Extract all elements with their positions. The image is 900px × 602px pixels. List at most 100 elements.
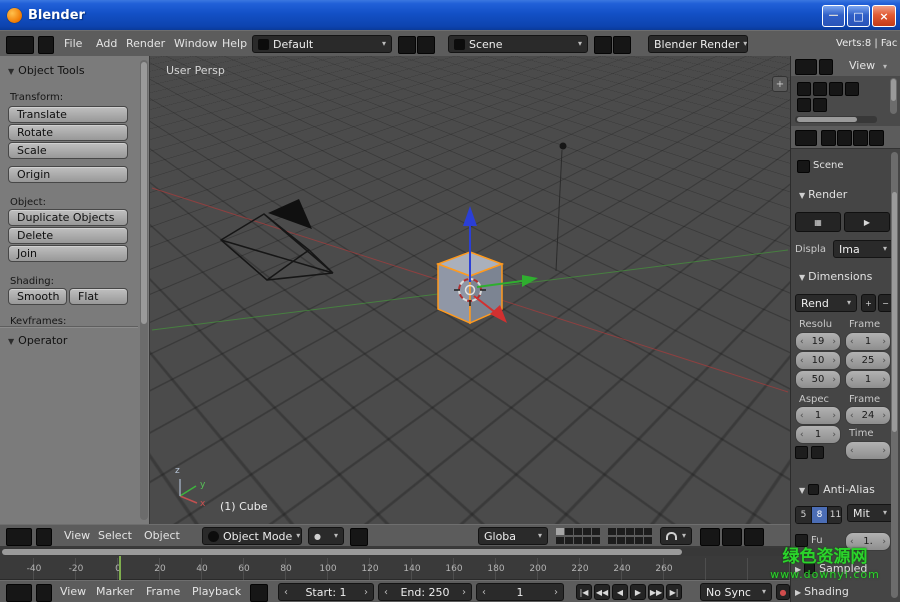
- context-scene-icon[interactable]: [837, 130, 852, 146]
- header-collapse-icon[interactable]: [38, 36, 54, 54]
- aa-filter-selector[interactable]: Mit ▾: [847, 504, 893, 522]
- play-reverse-button[interactable]: ◀: [612, 584, 628, 600]
- layers-grid-1[interactable]: [556, 528, 602, 545]
- aa-samples-8-active[interactable]: 8: [812, 507, 828, 523]
- layers-grid-2[interactable]: [608, 528, 654, 545]
- snap-selector[interactable]: ▾: [660, 527, 692, 545]
- aspect-x-field[interactable]: ‹1›: [795, 406, 841, 425]
- render-animation-button[interactable]: ▶: [844, 212, 890, 232]
- resolution-x-field[interactable]: ‹19›: [795, 332, 841, 351]
- scene-selector[interactable]: Scene ▾: [448, 35, 588, 53]
- properties-scrollbar[interactable]: [891, 152, 898, 598]
- smooth-button[interactable]: Smooth: [8, 288, 67, 305]
- render-image-button[interactable]: ▦: [795, 212, 841, 232]
- add-preset-button[interactable]: +: [861, 294, 876, 312]
- render-opengl-anim-icon[interactable]: [722, 528, 742, 546]
- maximize-button[interactable]: □: [847, 5, 870, 27]
- header-collapse-icon[interactable]: [36, 528, 52, 546]
- delete-layout-button[interactable]: [417, 36, 435, 54]
- preview-range-icon[interactable]: [250, 584, 268, 602]
- timeline-region[interactable]: -40 -20 0 20 40 60 80 100 120 140 160 18…: [0, 546, 790, 580]
- shading-panel-header[interactable]: ▶Shading: [795, 585, 849, 598]
- frame-start-field[interactable]: ‹1›: [845, 332, 891, 351]
- jump-to-end-button[interactable]: ▶|: [666, 584, 682, 600]
- rotate-button[interactable]: Rotate: [8, 124, 128, 141]
- editor-type-icon[interactable]: [6, 36, 34, 54]
- 3d-viewport[interactable]: User Persp (1) Cube y x z +: [150, 56, 790, 524]
- resolution-percentage-field[interactable]: ‹50›: [795, 370, 841, 389]
- context-object-icon[interactable]: [869, 130, 884, 146]
- display-mode-selector[interactable]: Ima ▾: [833, 240, 893, 258]
- header-extra-icon[interactable]: [744, 528, 764, 546]
- timeline-playback-menu[interactable]: Playback: [192, 585, 241, 599]
- mode-selector[interactable]: Object Mode ▾: [202, 527, 302, 545]
- screen-layout-selector[interactable]: Default ▾: [252, 35, 392, 53]
- outliner-filter-icon[interactable]: [819, 59, 833, 75]
- origin-button[interactable]: Origin: [8, 166, 128, 183]
- render-opengl-icon[interactable]: [700, 528, 720, 546]
- outliner-h-scrollbar[interactable]: [795, 116, 877, 123]
- editor-type-icon[interactable]: [795, 59, 817, 75]
- aspect-y-field[interactable]: ‹1›: [795, 425, 841, 444]
- duplicate-objects-button[interactable]: Duplicate Objects: [8, 209, 128, 226]
- outliner-item-icon[interactable]: [813, 82, 827, 96]
- outliner-scene-icon[interactable]: [797, 82, 811, 96]
- timeline-marker-menu[interactable]: Marker: [96, 585, 134, 599]
- menu-window[interactable]: Window: [174, 37, 217, 51]
- context-world-icon[interactable]: [853, 130, 868, 146]
- sync-mode-selector[interactable]: No Sync ▾: [700, 583, 772, 601]
- join-button[interactable]: Join: [8, 245, 128, 262]
- render-engine-selector[interactable]: Blender Render ▾: [648, 35, 748, 53]
- editor-type-icon[interactable]: [795, 130, 817, 146]
- outliner-view-menu[interactable]: View: [849, 59, 875, 73]
- outliner-item-icon[interactable]: [845, 82, 859, 96]
- frame-rate-field[interactable]: ‹24›: [845, 406, 891, 425]
- timeline-frame-menu[interactable]: Frame: [146, 585, 180, 599]
- delete-scene-button[interactable]: [613, 36, 631, 54]
- lamp-object[interactable]: [556, 143, 567, 272]
- frame-end-field[interactable]: ‹25›: [845, 351, 891, 370]
- play-button[interactable]: ▶: [630, 584, 646, 600]
- minimize-button[interactable]: —: [822, 5, 845, 27]
- next-keyframe-button[interactable]: ▶▶: [648, 584, 664, 600]
- frame-step-field[interactable]: ‹1›: [845, 370, 891, 389]
- menu-render[interactable]: Render: [126, 37, 165, 51]
- transform-orientation-selector[interactable]: Globa ▾: [478, 527, 548, 545]
- add-layout-button[interactable]: [398, 36, 416, 54]
- aa-samples-11[interactable]: 11: [828, 507, 842, 523]
- resolution-y-field[interactable]: ‹10›: [795, 351, 841, 370]
- editor-type-icon[interactable]: [6, 584, 32, 602]
- crop-checkbox[interactable]: [811, 446, 824, 459]
- properties-region-expand-tab[interactable]: +: [772, 76, 788, 92]
- border-checkbox[interactable]: [795, 446, 808, 459]
- antialiasing-panel-header[interactable]: ▼Anti-Alias: [799, 482, 875, 496]
- outliner-item-icon[interactable]: [797, 98, 811, 112]
- menu-help[interactable]: Help: [222, 37, 247, 51]
- prev-keyframe-button[interactable]: ◀◀: [594, 584, 610, 600]
- aa-samples-toggle[interactable]: 581116: [795, 506, 842, 524]
- pivot-icon[interactable]: [350, 528, 368, 546]
- context-render-icon[interactable]: [821, 130, 836, 146]
- view3d-view-menu[interactable]: View: [64, 529, 90, 543]
- time-remap-field[interactable]: ‹›: [845, 441, 891, 460]
- outliner-item-icon[interactable]: [829, 82, 843, 96]
- delete-button[interactable]: Delete: [8, 227, 128, 244]
- object-tools-panel-header[interactable]: ▼Object Tools: [8, 64, 85, 77]
- editor-type-icon[interactable]: [6, 528, 32, 546]
- menu-file[interactable]: File: [64, 37, 82, 51]
- frame-start-stepper[interactable]: ‹ Start: 1 ›: [278, 583, 374, 601]
- menu-add[interactable]: Add: [96, 37, 117, 51]
- timeline-view-menu[interactable]: View: [60, 585, 86, 599]
- tool-shelf-scrollbar[interactable]: [140, 60, 148, 520]
- antialiasing-checkbox[interactable]: [808, 484, 819, 495]
- dimensions-panel-header[interactable]: ▼Dimensions: [799, 270, 872, 283]
- aa-samples-5[interactable]: 5: [796, 507, 812, 523]
- frame-end-stepper[interactable]: ‹ End: 250 ›: [378, 583, 472, 601]
- view3d-object-menu[interactable]: Object: [144, 529, 180, 543]
- translate-button[interactable]: Translate: [8, 106, 128, 123]
- outliner-v-scrollbar[interactable]: [890, 78, 897, 114]
- current-frame-stepper[interactable]: ‹ 1 ›: [476, 583, 564, 601]
- camera-object[interactable]: [221, 199, 333, 280]
- record-button[interactable]: ●: [776, 584, 790, 600]
- jump-to-start-button[interactable]: |◀: [576, 584, 592, 600]
